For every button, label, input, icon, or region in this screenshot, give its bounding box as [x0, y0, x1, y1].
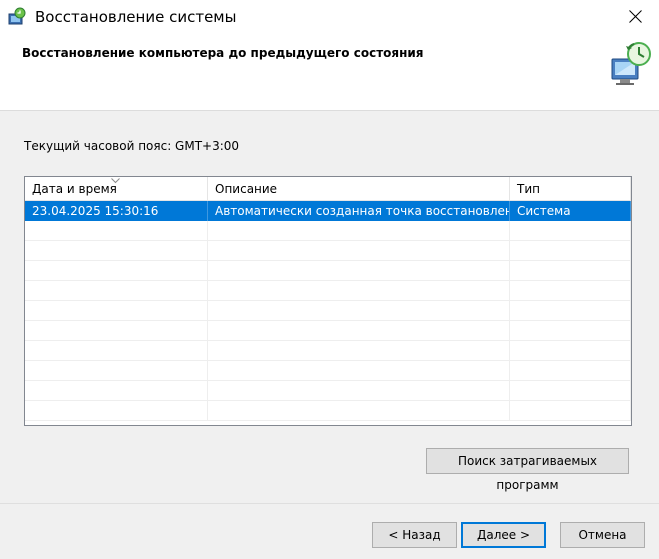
empty-cell: [25, 381, 208, 401]
empty-cell: [25, 321, 208, 341]
empty-cell: [208, 361, 510, 381]
empty-cell: [510, 301, 631, 321]
empty-table-row: [25, 261, 631, 281]
empty-table-row: [25, 321, 631, 341]
next-button[interactable]: Далее >: [461, 522, 546, 548]
empty-cell: [208, 221, 510, 241]
sort-descending-icon: [111, 178, 120, 184]
empty-cell: [510, 281, 631, 301]
page-title: Восстановление компьютера до предыдущего…: [22, 46, 424, 60]
cancel-button[interactable]: Отмена: [560, 522, 645, 548]
empty-cell: [208, 301, 510, 321]
row-description: Автоматически созданная точка восстановл…: [208, 201, 510, 221]
empty-table-row: [25, 241, 631, 261]
timezone-label: Текущий часовой пояс: GMT+3:00: [24, 139, 240, 153]
empty-cell: [510, 221, 631, 241]
empty-cell: [25, 241, 208, 261]
empty-cell: [25, 341, 208, 361]
empty-cell: [510, 241, 631, 261]
wizard-header: Восстановление компьютера до предыдущего…: [0, 34, 659, 111]
empty-table-row: [25, 301, 631, 321]
empty-cell: [208, 341, 510, 361]
list-header: Дата и время Описание Тип: [25, 177, 631, 201]
empty-cell: [25, 301, 208, 321]
empty-table-row: [25, 381, 631, 401]
system-restore-icon: [8, 7, 28, 27]
empty-table-row: [25, 281, 631, 301]
empty-cell: [208, 241, 510, 261]
empty-cell: [208, 381, 510, 401]
empty-cell: [25, 281, 208, 301]
empty-cell: [208, 261, 510, 281]
row-date: 23.04.2025 15:30:16: [25, 201, 208, 221]
empty-cell: [25, 361, 208, 381]
window-title: Восстановление системы: [35, 8, 237, 26]
scan-affected-programs-button[interactable]: Поиск затрагиваемых программ: [426, 448, 629, 492]
empty-cell: [208, 321, 510, 341]
empty-cell: [25, 221, 208, 241]
back-button[interactable]: < Назад: [372, 522, 457, 548]
title-bar: Восстановление системы: [0, 0, 659, 34]
empty-cell: [510, 321, 631, 341]
empty-table-row: [25, 401, 631, 421]
close-icon: [629, 10, 642, 23]
column-header-date[interactable]: Дата и время: [25, 177, 208, 200]
table-row[interactable]: 23.04.2025 15:30:16 Автоматически создан…: [25, 201, 631, 221]
system-restore-large-icon: [604, 39, 654, 89]
column-header-description[interactable]: Описание: [208, 177, 510, 200]
empty-table-row: [25, 361, 631, 381]
close-button[interactable]: [613, 0, 659, 34]
empty-cell: [25, 261, 208, 281]
empty-cell: [510, 401, 631, 421]
empty-cell: [510, 341, 631, 361]
row-type: Система: [510, 201, 631, 221]
empty-cell: [510, 381, 631, 401]
empty-cell: [25, 401, 208, 421]
empty-table-row: [25, 341, 631, 361]
restore-points-list[interactable]: Дата и время Описание Тип 23.04.2025 15:…: [24, 176, 632, 426]
empty-table-row: [25, 221, 631, 241]
empty-cell: [510, 361, 631, 381]
footer-divider: [0, 503, 659, 504]
column-header-type[interactable]: Тип: [510, 177, 631, 200]
empty-cell: [208, 401, 510, 421]
empty-cell: [208, 281, 510, 301]
empty-cell: [510, 261, 631, 281]
